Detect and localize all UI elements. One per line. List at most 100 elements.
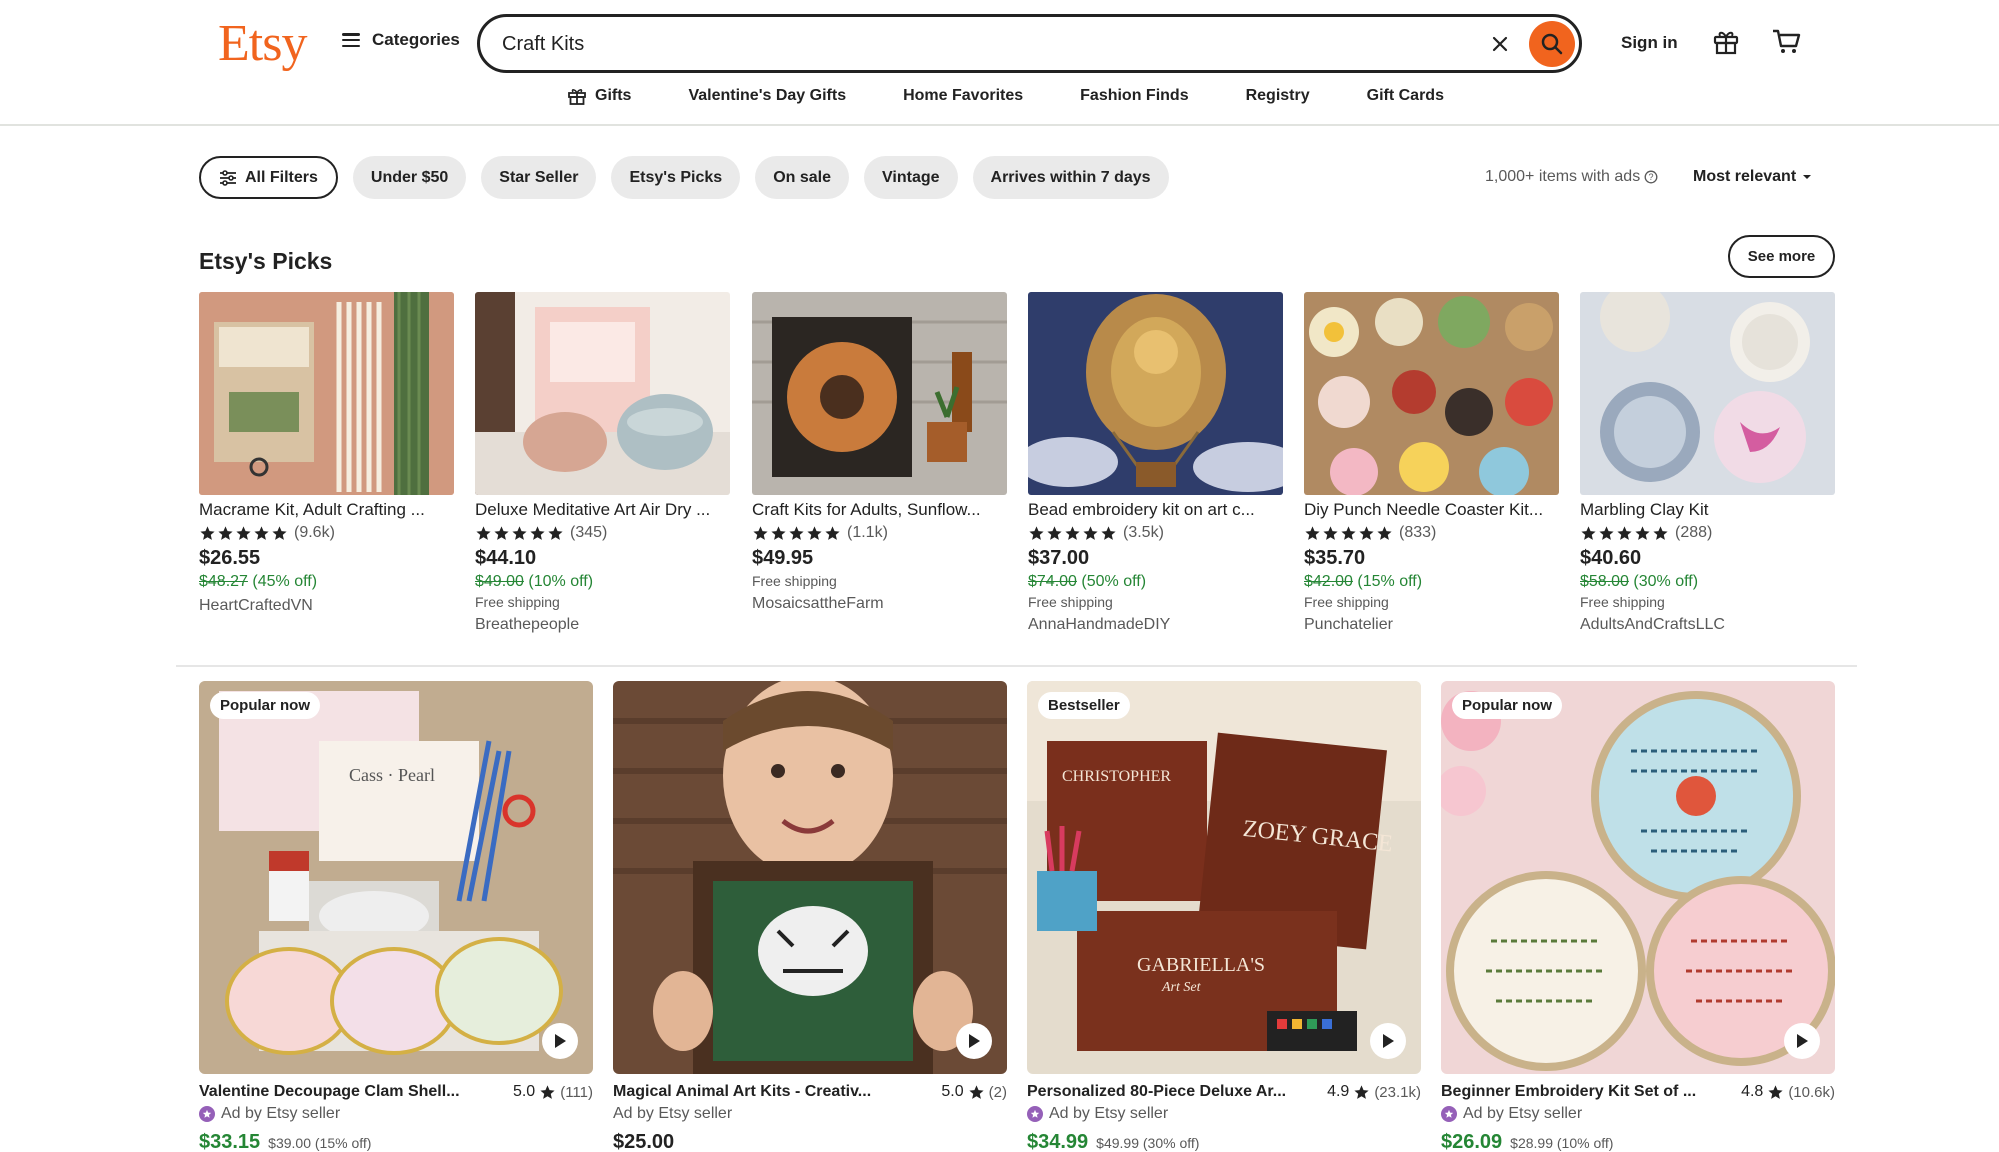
play-video-button[interactable] <box>956 1023 992 1059</box>
price: $35.70 <box>1304 547 1366 569</box>
filter-chip-on-sale[interactable]: On sale <box>755 156 850 199</box>
picks-row: Macrame Kit, Adult Crafting ... (9.6k) $… <box>199 292 1835 647</box>
play-video-button[interactable] <box>1784 1023 1820 1059</box>
subnav-item-fashion-finds[interactable]: Fashion Finds <box>1080 87 1188 105</box>
pick-card[interactable]: Deluxe Meditative Art Air Dry ... (345) … <box>475 292 730 634</box>
pick-card[interactable]: Macrame Kit, Adult Crafting ... (9.6k) $… <box>199 292 454 615</box>
shop-name[interactable]: Punchatelier <box>1304 616 1559 634</box>
all-filters-label: All Filters <box>245 168 318 186</box>
rating: 4.9 (23.1k) <box>1327 1083 1421 1101</box>
price: $26.55 <box>199 547 261 569</box>
categories-button[interactable]: Categories <box>342 30 460 50</box>
star-rating <box>199 525 288 542</box>
play-icon <box>1797 1034 1808 1048</box>
shop-name[interactable]: AdultsAndCraftsLLC <box>1580 616 1835 634</box>
play-icon <box>555 1034 566 1048</box>
subnav-label: Registry <box>1245 87 1310 104</box>
shop-name[interactable]: AnnaHandmadeDIY <box>1028 616 1283 634</box>
review-count: (111) <box>560 1083 593 1101</box>
discount-percent: (10% off) <box>528 573 594 590</box>
shop-name[interactable]: MosaicsattheFarm <box>752 595 1007 613</box>
shop-name[interactable]: HeartCraftedVN <box>199 597 454 615</box>
original-price: $58.00 <box>1580 573 1629 590</box>
star-icon <box>1617 525 1632 540</box>
product-image[interactable] <box>752 292 1007 495</box>
product-title[interactable]: Beginner Embroidery Kit Set of ... <box>1441 1083 1696 1101</box>
subnav-item-gifts[interactable]: Gifts <box>567 86 631 106</box>
original-price: $49.00 <box>475 573 524 590</box>
sort-dropdown[interactable]: Most relevant <box>1693 168 1812 186</box>
search-button[interactable] <box>1529 21 1575 67</box>
product-title[interactable]: Craft Kits for Adults, Sunflow... <box>752 500 1007 520</box>
pick-card[interactable]: Craft Kits for Adults, Sunflow... (1.1k)… <box>752 292 1007 613</box>
all-filters-button[interactable]: All Filters <box>199 156 338 199</box>
product-image[interactable] <box>1304 292 1559 495</box>
product-title[interactable]: Valentine Decoupage Clam Shell... <box>199 1083 460 1101</box>
subnav-item-valentines[interactable]: Valentine's Day Gifts <box>688 87 846 105</box>
product-title[interactable]: Macrame Kit, Adult Crafting ... <box>199 500 454 520</box>
subnav-item-home-favorites[interactable]: Home Favorites <box>903 87 1023 105</box>
filter-chip-star-seller[interactable]: Star Seller <box>481 156 597 199</box>
listing-card[interactable]: Magical Animal Art Kits - Creativ... 5.0… <box>613 681 1007 1152</box>
star-icon <box>1599 525 1614 540</box>
star-icon <box>200 525 215 540</box>
product-title[interactable]: Marbling Clay Kit <box>1580 500 1835 520</box>
shop-name[interactable]: Breathepeople <box>475 616 730 634</box>
rating: 5.0 (111) <box>513 1083 593 1101</box>
rating: 5.0 (2) <box>941 1083 1007 1101</box>
gift-icon[interactable] <box>1711 26 1741 56</box>
product-image[interactable]: CHRISTOPHER ZOEY GRACE GABRIELLA'S Art S… <box>1027 681 1421 1074</box>
see-more-button[interactable]: See more <box>1728 235 1835 278</box>
product-title[interactable]: Personalized 80-Piece Deluxe Ar... <box>1027 1083 1286 1101</box>
popular-now-badge: Popular now <box>210 692 320 719</box>
play-video-button[interactable] <box>542 1023 578 1059</box>
etsy-logo[interactable]: Etsy <box>218 14 307 73</box>
cart-icon[interactable] <box>1770 26 1802 56</box>
review-count: (1.1k) <box>847 524 888 541</box>
star-rating <box>1028 525 1117 542</box>
filter-chip-under-50[interactable]: Under $50 <box>352 156 467 199</box>
site-header: Etsy Categories Sign in Gifts Valentine'… <box>0 0 1999 126</box>
sign-in-link[interactable]: Sign in <box>1621 33 1678 53</box>
product-image[interactable] <box>613 681 1007 1074</box>
search-icon <box>1541 33 1563 55</box>
original-price: $74.00 <box>1028 573 1077 590</box>
subnav-label: Valentine's Day Gifts <box>688 87 847 104</box>
filter-chip-arrives-7-days[interactable]: Arrives within 7 days <box>972 156 1169 199</box>
listing-card[interactable]: Cass · Pearl Popular now Valentine Decou… <box>199 681 593 1152</box>
review-count: (9.6k) <box>294 524 335 541</box>
star-icon <box>1635 525 1650 540</box>
product-image[interactable] <box>1028 292 1283 495</box>
pick-card[interactable]: Diy Punch Needle Coaster Kit... (833) $3… <box>1304 292 1559 634</box>
sale-price: $34.99 <box>1027 1131 1089 1152</box>
product-image[interactable]: Popular now <box>1441 681 1835 1074</box>
product-image[interactable] <box>475 292 730 495</box>
subnav-item-registry[interactable]: Registry <box>1246 87 1310 105</box>
search-input[interactable] <box>502 29 1402 59</box>
product-image[interactable] <box>1580 292 1835 495</box>
listing-card[interactable]: CHRISTOPHER ZOEY GRACE GABRIELLA'S Art S… <box>1027 681 1421 1152</box>
play-video-button[interactable] <box>1370 1023 1406 1059</box>
product-title[interactable]: Diy Punch Needle Coaster Kit... <box>1304 500 1559 520</box>
listing-card[interactable]: Popular now Beginner Embroidery Kit Set … <box>1441 681 1835 1152</box>
help-icon[interactable]: ? <box>1644 170 1658 184</box>
discount: $42.00 (15% off) <box>1304 573 1559 591</box>
star-icon <box>1377 525 1392 540</box>
section-title: Etsy's Picks <box>199 248 333 274</box>
price: $40.60 <box>1580 547 1642 569</box>
product-image[interactable] <box>199 292 454 495</box>
pick-card[interactable]: Marbling Clay Kit (288) $40.60 $58.00 (3… <box>1580 292 1835 634</box>
results-count-text: 1,000+ items with ads <box>1485 168 1641 185</box>
product-title[interactable]: Bead embroidery kit on art c... <box>1028 500 1283 520</box>
filter-chip-etsys-picks[interactable]: Etsy's Picks <box>611 156 741 199</box>
pick-card[interactable]: Bead embroidery kit on art c... (3.5k) $… <box>1028 292 1283 634</box>
listing-grid: Cass · Pearl Popular now Valentine Decou… <box>199 681 1837 1152</box>
clear-search-icon[interactable] <box>1486 30 1514 58</box>
product-title[interactable]: Deluxe Meditative Art Air Dry ... <box>475 500 730 520</box>
product-title[interactable]: Magical Animal Art Kits - Creativ... <box>613 1083 871 1101</box>
subnav-item-gift-cards[interactable]: Gift Cards <box>1367 87 1444 105</box>
price: $44.10 <box>475 547 537 569</box>
star-icon <box>789 525 804 540</box>
filter-chip-vintage[interactable]: Vintage <box>864 156 958 199</box>
product-image[interactable]: Cass · Pearl Popular now <box>199 681 593 1074</box>
